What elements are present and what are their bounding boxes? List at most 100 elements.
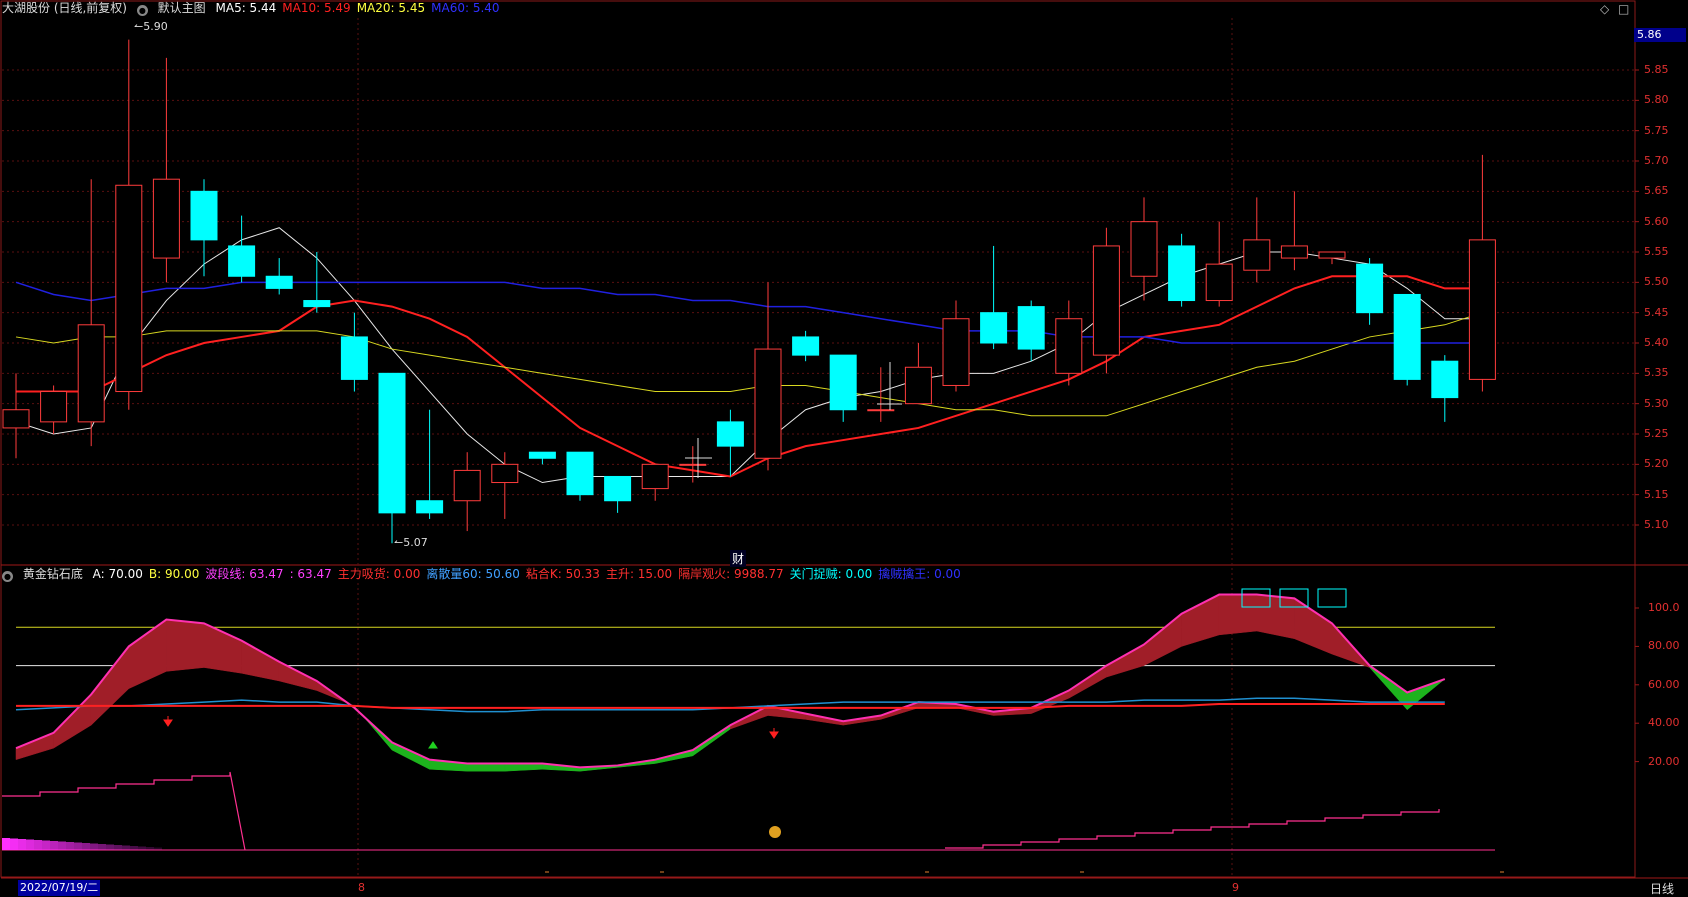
indicator-axis-label: 100.0 <box>1648 601 1680 614</box>
signal-box <box>1317 588 1347 608</box>
high-label: 5.90 <box>143 20 168 33</box>
high-marker: ↼5.90 <box>134 20 168 33</box>
indicator-value: 隔岸观火: 9988.77 <box>678 567 784 581</box>
candle-body-up <box>679 463 707 466</box>
volume-block <box>2 838 10 850</box>
current-price-tag: 5.86 <box>1634 28 1686 42</box>
indicator-axis-label: 60.00 <box>1648 677 1680 691</box>
main-chart-label[interactable]: 默认主图 <box>158 1 206 15</box>
ma-value: MA5: 5.44 <box>215 1 277 15</box>
date-cursor-label: 2022/07/19/二 <box>18 880 101 896</box>
ma-values: MA5: 5.44 MA10: 5.49 MA20: 5.45 MA60: 5.40 <box>216 1 506 15</box>
band-segment <box>1406 678 1445 711</box>
price-axis-label: 5.40 <box>1644 336 1669 349</box>
candle-body-up <box>40 391 68 423</box>
volume-block <box>10 838 18 850</box>
volume-block <box>122 845 130 850</box>
volume-block <box>138 846 146 850</box>
indicator-axis-label: 80.00 <box>1648 639 1680 653</box>
candle-body-down <box>829 354 857 411</box>
stair-line-left <box>2 771 246 851</box>
candle-body-down <box>528 451 556 459</box>
indicator-value: 离散量60: 50.60 <box>426 567 520 581</box>
ma-value: MA60: 5.40 <box>431 1 500 15</box>
volume-block <box>90 843 98 850</box>
indicator-settings-icon[interactable]: ● <box>2 571 13 582</box>
volume-block <box>74 842 82 850</box>
candle-body-down <box>604 475 632 502</box>
diamond-icon[interactable]: ◇ <box>1600 2 1609 16</box>
settings-circle-icon[interactable]: ● <box>136 5 148 16</box>
candle-body-down <box>416 500 444 514</box>
price-axis-label: 5.45 <box>1644 305 1669 319</box>
period-button[interactable]: 日线 <box>1650 880 1674 897</box>
candle-body-up <box>2 409 30 429</box>
volume-block <box>154 847 162 850</box>
money-bag-icon <box>769 826 781 838</box>
volume-block <box>66 842 74 850</box>
indicator-value: 擒贼擒王: 0.00 <box>878 567 961 581</box>
price-axis-label: 5.10 <box>1644 518 1669 531</box>
finance-event-marker[interactable]: 财 <box>730 550 747 567</box>
stock-title[interactable]: 大湖股份 (日线,前复权) <box>2 1 127 15</box>
volume-block <box>130 846 138 850</box>
candle-body-up <box>1205 263 1233 302</box>
indicator-value: B: 90.00 <box>148 567 200 581</box>
ma-value: MA10: 5.49 <box>282 1 351 15</box>
price-axis-label: 5.65 <box>1644 184 1669 198</box>
volume-block <box>18 839 26 850</box>
chart-canvas[interactable] <box>0 0 1688 896</box>
volume-block <box>106 844 114 850</box>
band-segment <box>466 763 506 772</box>
up-arrow-icon <box>769 728 779 739</box>
indicator-value: : 63.47 <box>289 567 332 581</box>
band-segment <box>391 742 430 770</box>
candle-body-up <box>641 463 669 490</box>
plot-frame <box>0 0 1636 878</box>
candle-body-down <box>1356 263 1384 314</box>
stair-line-right <box>945 809 1440 849</box>
volume-block <box>114 845 122 850</box>
band-segment <box>1256 594 1295 640</box>
band-segment <box>504 763 543 772</box>
indicator-name[interactable]: 黄金钻石底 <box>23 567 83 581</box>
indicator-axis-label: 40.00 <box>1648 716 1680 730</box>
volume-block <box>58 841 66 850</box>
main-chart-header: 大湖股份 (日线,前复权) ● 默认主图 MA5: 5.44 MA10: 5.49… <box>2 0 512 16</box>
indicator-value: 主升: 15.00 <box>605 567 673 581</box>
candle-body-up <box>491 463 519 484</box>
candle-body-up <box>1318 251 1346 259</box>
candle-body-down <box>228 245 256 277</box>
price-axis-label: 5.60 <box>1644 214 1669 228</box>
restore-icon[interactable]: □ <box>1618 2 1629 16</box>
indicator-value: A: 70.00 <box>92 567 143 581</box>
candle-body-up <box>77 324 105 423</box>
candle-body-up <box>453 469 481 502</box>
volume-block <box>146 847 154 850</box>
candle-body-up <box>115 184 143 393</box>
price-axis-label: 5.35 <box>1644 366 1669 380</box>
band-segment <box>203 622 242 674</box>
ma20-line <box>15 312 1483 417</box>
candle-body-down <box>980 312 1008 344</box>
candle-body-up <box>1092 245 1120 356</box>
price-axis-label: 5.20 <box>1644 457 1669 471</box>
candle-body-down <box>716 421 744 447</box>
month-label-sep: 9 <box>1232 881 1239 894</box>
candle-body-down <box>1168 245 1196 302</box>
ma10-line <box>16 275 1483 478</box>
price-axis-label: 5.25 <box>1644 427 1669 440</box>
indicator-header: ● 黄金钻石底 A: 70.00 B: 90.00 波段线: 63.47: 63.4… <box>2 566 973 582</box>
indicator-value: 粘合K: 50.33 <box>525 567 600 581</box>
volume-block <box>26 839 34 850</box>
nianhe-line <box>16 703 1445 709</box>
candle-body-down <box>378 372 406 514</box>
candle-body-down <box>1431 360 1459 399</box>
indicator-values: A: 70.00 B: 90.00 波段线: 63.47: 63.47 主力吸货: 0… <box>93 567 967 581</box>
volume-block <box>34 840 42 850</box>
ma-value: MA20: 5.45 <box>356 1 426 15</box>
volume-block <box>50 841 58 850</box>
price-axis-label: 5.15 <box>1644 487 1669 501</box>
candle-body-down <box>265 275 293 289</box>
indicator-axis-label: 20.00 <box>1648 754 1680 768</box>
